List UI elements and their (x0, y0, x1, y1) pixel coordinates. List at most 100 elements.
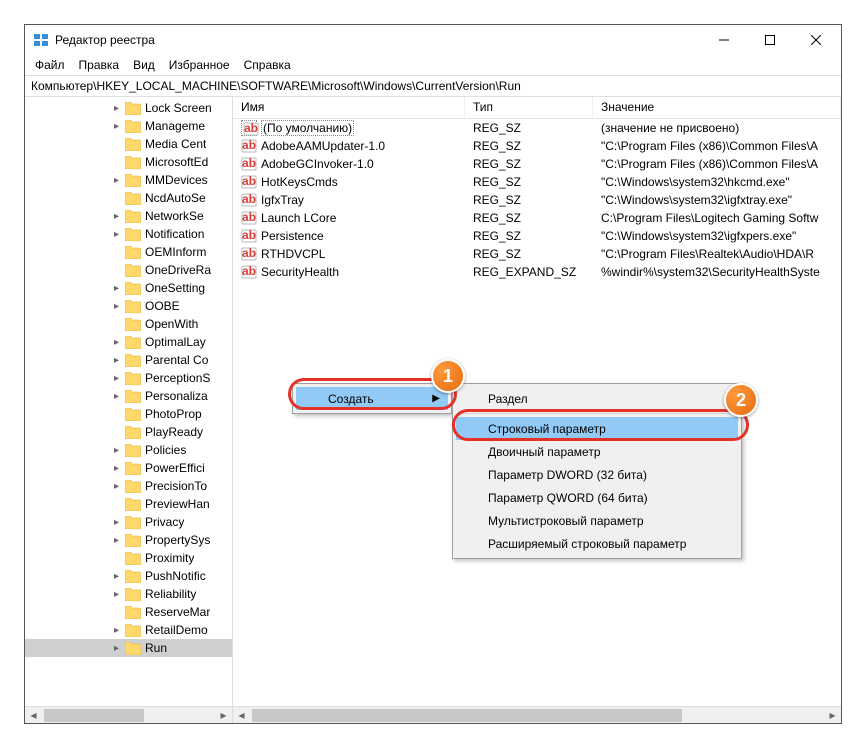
tree-item[interactable]: ▸Parental Co (25, 351, 232, 369)
expander-icon[interactable]: ▸ (111, 517, 122, 528)
cell-name: abIgfxTray (233, 192, 465, 208)
tree-item[interactable]: ▸PushNotific (25, 567, 232, 585)
list-row[interactable]: abAdobeAAMUpdater-1.0REG_SZ"C:\Program F… (233, 137, 841, 155)
list-row[interactable]: abHotKeysCmdsREG_SZ"C:\Windows\system32\… (233, 173, 841, 191)
tree-item[interactable]: ▸PowerEffici (25, 459, 232, 477)
tree-item[interactable]: ▸ Lock Screen (25, 99, 232, 117)
menu-edit[interactable]: Правка (73, 56, 126, 74)
expander-icon[interactable]: ▸ (111, 373, 122, 384)
expander-icon[interactable]: ▸ (111, 643, 122, 654)
list-row[interactable]: abIgfxTrayREG_SZ"C:\Windows\system32\igf… (233, 191, 841, 209)
cell-type: REG_SZ (465, 175, 593, 189)
scroll-left-icon[interactable]: ◂ (233, 707, 250, 724)
tree-item[interactable]: PlayReady (25, 423, 232, 441)
tree-hscrollbar[interactable]: ◂ ▸ (25, 706, 232, 723)
ctx-dword[interactable]: Параметр DWORD (32 бита) (456, 463, 738, 486)
scroll-right-icon[interactable]: ▸ (215, 707, 232, 724)
ctx-qword[interactable]: Параметр QWORD (64 бита) (456, 486, 738, 509)
ctx-multi[interactable]: Мультистроковый параметр (456, 509, 738, 532)
folder-icon (125, 354, 141, 367)
tree-label: Lock Screen (145, 101, 212, 115)
tree-item[interactable]: NcdAutoSe (25, 189, 232, 207)
list-hscrollbar[interactable]: ◂ ▸ (233, 706, 841, 723)
ctx-expand[interactable]: Расширяемый строковый параметр (456, 532, 738, 555)
tree-item[interactable]: ▸Notification (25, 225, 232, 243)
minimize-button[interactable] (701, 25, 747, 55)
tree-item[interactable]: ▸RetailDemo (25, 621, 232, 639)
expander-icon[interactable]: ▸ (111, 481, 122, 492)
ctx-string[interactable]: Строковый параметр (456, 417, 738, 440)
expander-icon[interactable]: ▸ (111, 571, 122, 582)
tree-label: MMDevices (145, 173, 208, 187)
expander-icon[interactable]: ▸ (111, 589, 122, 600)
list-row[interactable]: abAdobeGCInvoker-1.0REG_SZ"C:\Program Fi… (233, 155, 841, 173)
expander-icon[interactable]: ▸ (111, 283, 122, 294)
tree-pane[interactable]: ▸ Lock Screen ▸ManagemeMedia CentMicrosoft… (25, 97, 233, 723)
svg-text:ab: ab (242, 174, 256, 188)
menu-help[interactable]: Справка (238, 56, 297, 74)
expander-icon[interactable]: ▸ (111, 445, 122, 456)
tree-item[interactable]: ▸NetworkSe (25, 207, 232, 225)
expander-icon[interactable]: ▸ (111, 337, 122, 348)
tree-item[interactable]: OneDriveRa (25, 261, 232, 279)
tree-item[interactable]: MicrosoftEd (25, 153, 232, 171)
maximize-button[interactable] (747, 25, 793, 55)
list-row[interactable]: ab(По умолчанию)REG_SZ(значение не присв… (233, 119, 841, 137)
tree-item[interactable]: PreviewHan (25, 495, 232, 513)
cell-name: abAdobeGCInvoker-1.0 (233, 156, 465, 172)
ctx-create[interactable]: Создать ▶ (296, 387, 448, 410)
tree-item[interactable]: ▸OOBE (25, 297, 232, 315)
expander-icon[interactable]: ▸ (111, 229, 122, 240)
tree-item[interactable]: Proximity (25, 549, 232, 567)
folder-icon (125, 372, 141, 385)
expander-icon[interactable]: ▸ (111, 301, 122, 312)
folder-icon (125, 624, 141, 637)
list-row[interactable]: abRTHDVCPLREG_SZ"C:\Program Files\Realte… (233, 245, 841, 263)
tree-item[interactable]: ▸Personaliza (25, 387, 232, 405)
close-button[interactable] (793, 25, 839, 55)
scroll-left-icon[interactable]: ◂ (25, 707, 42, 724)
menu-favorites[interactable]: Избранное (163, 56, 236, 74)
tree-item[interactable]: ▸ MMDevices (25, 171, 232, 189)
folder-icon (125, 552, 141, 565)
tree-item[interactable]: PhotoProp (25, 405, 232, 423)
annotation-badge-2: 2 (724, 383, 758, 417)
expander-icon[interactable]: ▸ (111, 103, 122, 114)
expander-icon[interactable]: ▸ (111, 175, 122, 186)
expander-icon[interactable]: ▸ (111, 211, 122, 222)
tree-label: OpenWith (145, 317, 198, 331)
tree-item[interactable]: OEMInform (25, 243, 232, 261)
ctx-binary[interactable]: Двоичный параметр (456, 440, 738, 463)
expander-icon[interactable]: ▸ (111, 535, 122, 546)
list-row[interactable]: abLaunch LCoreREG_SZC:\Program Files\Log… (233, 209, 841, 227)
expander-icon[interactable]: ▸ (111, 463, 122, 474)
list-row[interactable]: abSecurityHealthREG_EXPAND_SZ%windir%\sy… (233, 263, 841, 281)
tree-item[interactable]: ▸Manageme (25, 117, 232, 135)
tree-item[interactable]: ReserveMar (25, 603, 232, 621)
menu-view[interactable]: Вид (127, 56, 161, 74)
address-bar[interactable]: Компьютер\HKEY_LOCAL_MACHINE\SOFTWARE\Mi… (25, 75, 841, 97)
expander-icon[interactable]: ▸ (111, 121, 122, 132)
scroll-right-icon[interactable]: ▸ (824, 707, 841, 724)
tree-item[interactable]: ▸Privacy (25, 513, 232, 531)
ctx-section[interactable]: Раздел (456, 387, 738, 410)
tree-item[interactable]: OpenWith (25, 315, 232, 333)
tree-item[interactable]: ▸Reliability (25, 585, 232, 603)
tree-item[interactable]: ▸PerceptionS (25, 369, 232, 387)
tree-item[interactable]: ▸OptimalLay (25, 333, 232, 351)
tree-item[interactable]: ▸PrecisionTo (25, 477, 232, 495)
tree-item[interactable]: ▸Policies (25, 441, 232, 459)
tree-item[interactable]: ▸PropertySys (25, 531, 232, 549)
tree-item[interactable]: ▸OneSetting (25, 279, 232, 297)
menu-file[interactable]: Файл (29, 56, 71, 74)
tree-item[interactable]: Media Cent (25, 135, 232, 153)
expander-icon[interactable]: ▸ (111, 355, 122, 366)
col-type[interactable]: Тип (465, 97, 593, 118)
col-value[interactable]: Значение (593, 97, 841, 118)
reg-string-icon: ab (241, 120, 257, 136)
list-row[interactable]: abPersistenceREG_SZ"C:\Windows\system32\… (233, 227, 841, 245)
col-name[interactable]: Имя (233, 97, 465, 118)
expander-icon[interactable]: ▸ (111, 625, 122, 636)
expander-icon[interactable]: ▸ (111, 391, 122, 402)
tree-item[interactable]: ▸Run (25, 639, 232, 657)
